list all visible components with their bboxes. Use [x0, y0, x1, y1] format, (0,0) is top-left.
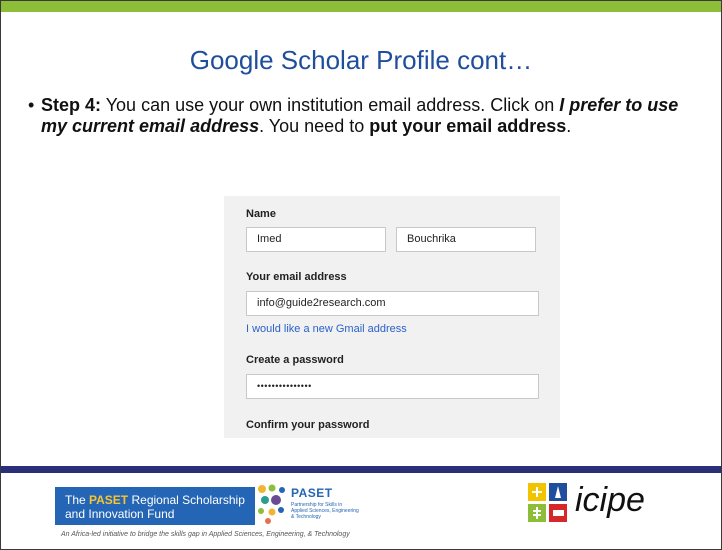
email-label: Your email address [246, 271, 347, 283]
step-text-3: . [566, 116, 572, 136]
email-field[interactable]: info@guide2research.com [246, 291, 539, 316]
step-text-2: . You need to [259, 116, 370, 136]
signup-form-screenshot: Name Imed Bouchrika Your email address i… [224, 196, 560, 438]
step-label: Step 4: [41, 95, 102, 115]
last-name-field[interactable]: Bouchrika [396, 227, 536, 252]
banner-text-pre: The [65, 493, 90, 507]
step-emphasis-2: put your email address [369, 116, 567, 136]
footer-tagline: An Africa-led initiative to bridge the s… [61, 531, 350, 538]
banner-text-highlight: PASET [89, 493, 129, 507]
paset-molecule-icon [258, 484, 285, 524]
top-accent-bar [1, 1, 721, 12]
icipe-logo-text: icipe [575, 481, 645, 519]
first-name-field[interactable]: Imed [246, 227, 386, 252]
paset-logo-text: PASET [291, 486, 333, 500]
password-field[interactable]: ••••••••••••••• [246, 374, 539, 399]
new-gmail-link[interactable]: I would like a new Gmail address [246, 323, 407, 335]
name-label: Name [246, 208, 276, 220]
confirm-password-label: Confirm your password [246, 419, 370, 431]
paset-logo-subtitle: Partnership for Skills in Applied Scienc… [291, 502, 359, 520]
step-text-1: You can use your own institution email a… [101, 95, 560, 115]
footer: The PASET Regional Scholarship and Innov… [1, 473, 721, 549]
footer-divider-bar [1, 466, 721, 473]
slide: Google Scholar Profile cont… • Step 4: Y… [0, 0, 722, 550]
paset-fund-banner: The PASET Regional Scholarship and Innov… [55, 487, 255, 525]
icipe-emblem-icon [528, 483, 567, 522]
bullet-marker: • [28, 95, 35, 115]
step-bullet: • Step 4: You can use your own instituti… [28, 95, 691, 137]
password-label: Create a password [246, 354, 344, 366]
slide-title: Google Scholar Profile cont… [189, 45, 533, 75]
